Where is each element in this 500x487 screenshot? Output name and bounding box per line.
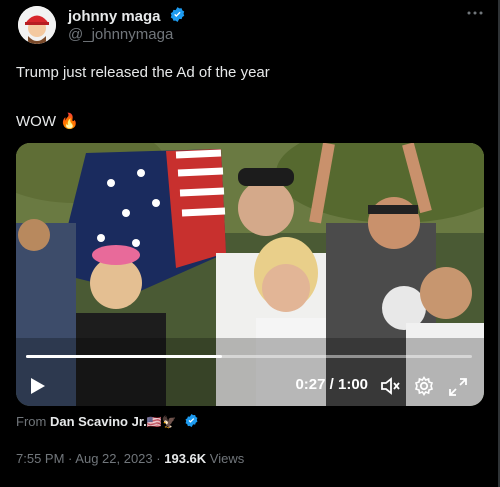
video-player[interactable]: 0:27 / 1:00 <box>16 143 484 406</box>
views-count: 193.6K <box>164 451 207 466</box>
avatar[interactable] <box>18 6 56 44</box>
tweet-text-line2: WOW 🔥 <box>16 113 79 130</box>
post-time[interactable]: 7:55 PM <box>16 451 64 466</box>
play-icon[interactable] <box>30 377 46 400</box>
user-handle[interactable]: @_johnnymaga <box>68 26 173 43</box>
fullscreen-icon[interactable] <box>448 377 468 402</box>
settings-gear-icon[interactable] <box>414 376 434 401</box>
video-progress-bar[interactable] <box>26 355 472 358</box>
source-verified-badge-icon <box>184 413 199 431</box>
video-frame-image <box>16 143 484 406</box>
video-source-attribution: From Dan Scavino Jr.🇺🇸🦅 <box>16 413 199 431</box>
video-time: 0:27 / 1:00 <box>295 376 368 393</box>
post-date[interactable]: Aug 22, 2023 <box>75 451 152 466</box>
source-name[interactable]: Dan Scavino Jr. <box>50 414 147 429</box>
views-label: Views <box>209 451 245 466</box>
volume-muted-icon[interactable] <box>380 376 402 401</box>
tweet-meta: 7:55 PM · Aug 22, 2023 · 193.6K Views <box>16 451 245 466</box>
source-emojis: 🇺🇸🦅 <box>146 415 177 429</box>
video-progress-fill <box>26 355 223 358</box>
more-options-icon[interactable] <box>466 4 484 27</box>
tweet-text-line1: Trump just released the Ad of the year <box>16 64 270 81</box>
verified-badge-icon <box>169 6 186 27</box>
display-name[interactable]: johnny maga <box>68 6 186 27</box>
fire-emoji: 🔥 <box>60 113 79 130</box>
tweet-header: johnny maga @_johnnymaga <box>16 4 484 44</box>
